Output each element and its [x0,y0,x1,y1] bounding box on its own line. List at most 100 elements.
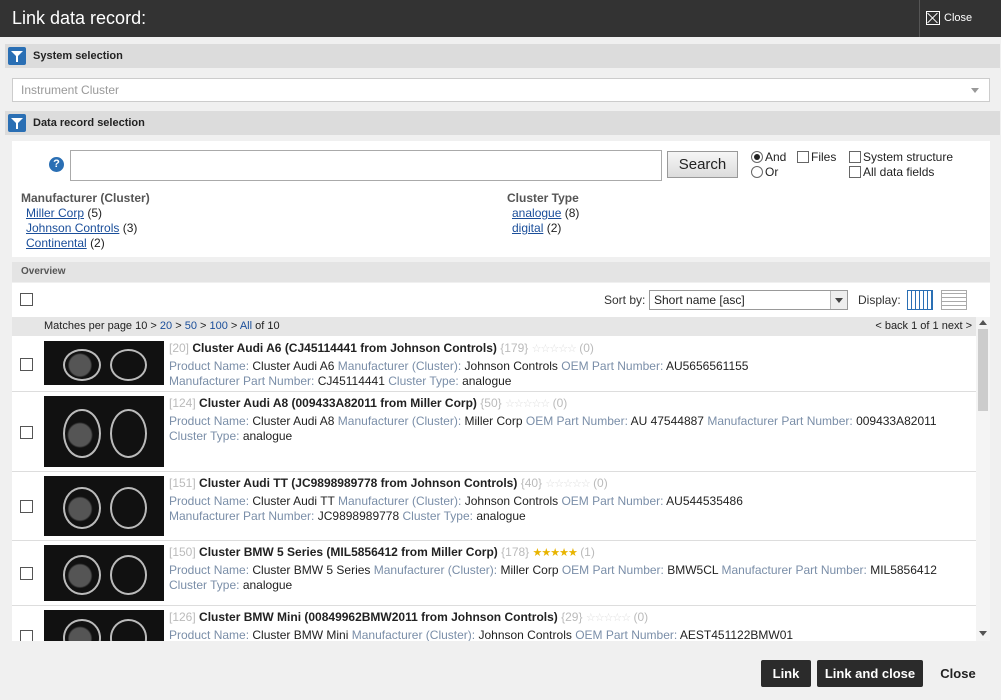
record-title[interactable]: [20] Cluster Audi A6 (CJ45114441 from Jo… [169,341,594,355]
record-count: {40} [520,476,543,490]
sort-label: Sort by: [604,293,646,307]
rating-stars-icon[interactable]: ☆☆☆☆☆ [532,343,577,355]
list-view-icon[interactable] [941,290,967,310]
record-row[interactable]: [151] Cluster Audi TT (JC9898989778 from… [12,472,976,541]
attribute-value: 009433A82011 [856,414,937,428]
option-and[interactable]: And [751,150,786,164]
attribute-value: analogue [476,509,526,523]
attribute-key: Cluster Type: [169,429,240,443]
dialog-footer: Link Link and close Close [0,648,1001,700]
facet-link-johnson-controls[interactable]: Johnson Controls [26,221,119,235]
help-icon[interactable]: ? [49,157,64,172]
rating-stars-icon[interactable]: ★★★★★ [533,547,578,559]
rating-stars-icon[interactable]: ☆☆☆☆☆ [545,478,590,490]
system-select[interactable]: Instrument Cluster [12,78,990,102]
system-selection-header[interactable]: System selection [5,44,1000,68]
record-row[interactable]: [150] Cluster BMW 5 Series (MIL5856412 f… [12,541,976,606]
attribute-key: Product Name: [169,359,250,373]
page-size-100-link[interactable]: 100 [210,320,228,332]
record-checkbox[interactable] [20,630,33,641]
record-attributes: Product Name: Cluster BMW Mini Manufactu… [169,628,793,641]
record-checkbox[interactable] [20,426,33,439]
record-attributes: Cluster Type: analogue [169,429,292,443]
record-checkbox[interactable] [20,567,33,580]
option-system-structure[interactable]: System structure [849,150,953,164]
page-size-50-link[interactable]: 50 [185,320,197,332]
checkbox-all-data-fields[interactable] [849,166,861,178]
option-all-data-fields[interactable]: All data fields [849,165,934,179]
record-rating: (0) [633,610,649,624]
record-title[interactable]: [150] Cluster BMW 5 Series (MIL5856412 f… [169,545,595,559]
select-all-checkbox[interactable] [20,293,33,306]
attribute-value: Cluster BMW Mini [252,628,349,641]
rating-stars-icon[interactable]: ☆☆☆☆☆ [586,612,631,624]
facet-item: analogue (8) [512,206,579,220]
record-id: [150] [169,545,196,559]
facet-link-digital[interactable]: digital [512,221,543,235]
rating-stars-icon[interactable]: ☆☆☆☆☆ [505,398,550,410]
option-or[interactable]: Or [751,165,778,179]
record-count: {178} [501,545,530,559]
record-title[interactable]: [124] Cluster Audi A8 (009433A82011 from… [169,396,567,410]
pager-next[interactable]: next > [942,320,972,332]
record-row[interactable]: [20] Cluster Audi A6 (CJ45114441 from Jo… [12,337,976,392]
record-title[interactable]: [151] Cluster Audi TT (JC9898989778 from… [169,476,608,490]
attribute-key: Product Name: [169,563,250,577]
record-title[interactable]: [126] Cluster BMW Mini (00849962BMW2011 … [169,610,648,624]
pagination-bar: Matches per page 10 > 20 > 50 > 100 > Al… [12,317,976,336]
page-size-all-link[interactable]: All [240,320,252,332]
scrollbar-thumb[interactable] [978,329,988,411]
record-row[interactable]: [126] Cluster BMW Mini (00849962BMW2011 … [12,606,976,641]
record-thumbnail[interactable] [44,610,164,641]
link-button[interactable]: Link [761,660,811,687]
record-rating: (0) [593,476,608,490]
checkbox-files[interactable] [797,151,809,163]
record-thumbnail[interactable] [44,396,164,467]
display-label: Display: [858,293,901,307]
grid-view-icon[interactable] [907,290,933,310]
record-row[interactable]: [124] Cluster Audi A8 (009433A82011 from… [12,392,976,472]
attribute-value: Cluster Audi TT [252,494,335,508]
attribute-key: Manufacturer (Cluster): [373,563,498,577]
sort-toolbar: Sort by: Short name [asc] Display: [12,283,976,317]
option-all-data-fields-label: All data fields [863,165,935,179]
record-rating: (0) [552,396,568,410]
dialog-close-button[interactable]: Close [919,0,1001,37]
facets-panel: Manufacturer (Cluster) Miller Corp (5) J… [12,185,990,257]
search-button[interactable]: Search [667,151,738,178]
facet-link-analogue[interactable]: analogue [512,206,561,220]
close-button[interactable]: Close [934,660,982,687]
facet-title-cluster-type: Cluster Type [507,191,579,205]
dialog-close-label: Close [944,12,973,24]
system-select-value: Instrument Cluster [21,83,120,97]
link-and-close-button[interactable]: Link and close [817,660,923,687]
attribute-value: Miller Corp [464,414,523,428]
page-size-20-link[interactable]: 20 [160,320,172,332]
radio-or[interactable] [751,166,763,178]
facet-count: (3) [122,221,138,235]
facet-count: (5) [87,206,103,220]
record-checkbox[interactable] [20,500,33,513]
sort-select[interactable]: Short name [asc] [649,290,848,310]
radio-and[interactable] [751,151,763,163]
attribute-value: Cluster Audi A6 [252,359,335,373]
attribute-value: Johnson Controls [478,628,572,641]
close-icon [926,11,940,25]
record-thumbnail[interactable] [44,341,164,385]
scroll-up-icon[interactable] [979,320,987,325]
checkbox-system-structure[interactable] [849,151,861,163]
chevron-down-icon [830,291,847,309]
scroll-down-icon[interactable] [979,631,987,636]
facet-link-continental[interactable]: Continental [26,236,87,250]
data-record-selection-header[interactable]: Data record selection [5,111,1000,135]
facet-link-miller-corp[interactable]: Miller Corp [26,206,84,220]
pager-back[interactable]: < back [875,320,908,332]
option-files[interactable]: Files [797,150,836,164]
attribute-value: JC9898989778 [317,509,400,523]
record-thumbnail[interactable] [44,476,164,536]
record-checkbox[interactable] [20,358,33,371]
record-rating: (0) [579,341,594,355]
record-thumbnail[interactable] [44,545,164,601]
search-input[interactable] [70,150,662,181]
list-scrollbar[interactable] [976,317,990,641]
